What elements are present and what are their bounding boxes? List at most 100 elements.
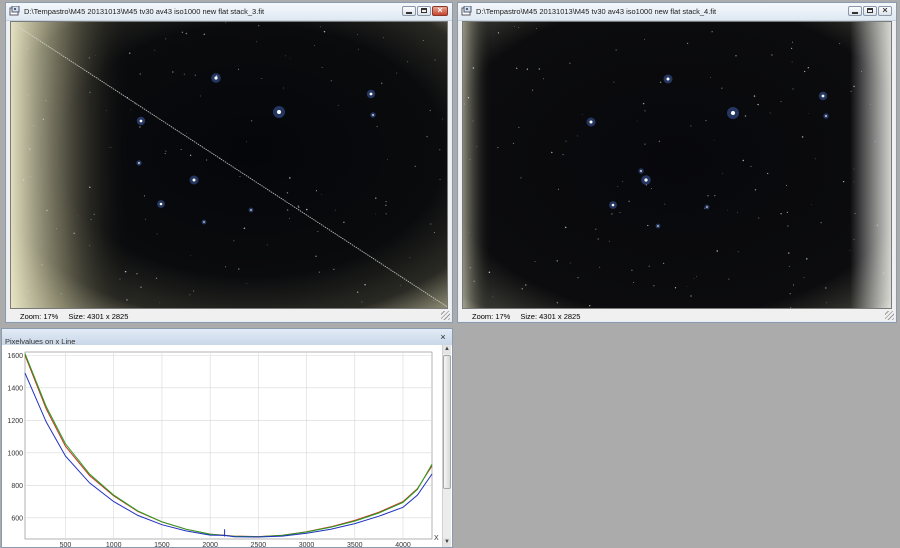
faint-star bbox=[119, 278, 121, 280]
faint-star bbox=[315, 190, 318, 192]
faint-star bbox=[736, 212, 738, 213]
faint-star bbox=[727, 209, 729, 211]
minimize-button[interactable] bbox=[402, 6, 416, 16]
faint-star bbox=[385, 201, 387, 203]
faint-star bbox=[93, 213, 95, 215]
faint-star bbox=[432, 300, 434, 301]
pixel-values-panel[interactable]: Pixelvalues on x Line × 500 1000 1500 2000 2… bbox=[1, 328, 453, 548]
panel-header[interactable]: Pixelvalues on x Line × bbox=[2, 329, 452, 346]
faint-star bbox=[337, 104, 339, 106]
vertical-scrollbar[interactable]: ▲ ▼ bbox=[442, 345, 451, 547]
faint-star bbox=[707, 195, 709, 197]
maximize-button[interactable] bbox=[863, 6, 877, 16]
y-tick-label: 1000 bbox=[7, 450, 23, 457]
scroll-down-icon[interactable]: ▼ bbox=[443, 538, 451, 547]
faint-star bbox=[690, 125, 692, 127]
size-label: Size: 4301 x 2825 bbox=[68, 311, 129, 321]
close-icon[interactable]: × bbox=[438, 332, 448, 342]
faint-star bbox=[409, 257, 411, 259]
faint-star bbox=[194, 74, 196, 76]
faint-star bbox=[297, 205, 300, 207]
image-window-stack3[interactable]: D:\Tempastro\M45 20131013\M45 tv30 av43 … bbox=[5, 2, 453, 323]
faint-star bbox=[791, 61, 793, 63]
faint-star bbox=[126, 299, 128, 301]
faint-star bbox=[518, 126, 520, 128]
scroll-thumb[interactable] bbox=[443, 355, 451, 489]
faint-star bbox=[842, 180, 845, 183]
faint-star bbox=[333, 268, 335, 270]
window-title: D:\Tempastro\M45 20131013\M45 tv30 av43 … bbox=[24, 7, 265, 16]
faint-star bbox=[650, 187, 652, 189]
resize-grip[interactable] bbox=[885, 311, 894, 320]
faint-star bbox=[803, 277, 805, 278]
faint-star bbox=[357, 48, 359, 50]
faint-star bbox=[28, 135, 30, 137]
faint-star bbox=[256, 41, 258, 43]
faint-star bbox=[261, 78, 263, 79]
faint-star bbox=[289, 218, 290, 220]
faint-star bbox=[538, 68, 541, 70]
faint-star bbox=[890, 293, 891, 295]
faint-star bbox=[557, 188, 560, 190]
faint-star bbox=[134, 103, 136, 105]
bright-star bbox=[657, 225, 659, 227]
size-label: Size: 4301 x 2825 bbox=[520, 311, 581, 321]
faint-star bbox=[750, 165, 752, 167]
faint-star bbox=[642, 102, 645, 105]
faint-star bbox=[565, 140, 567, 142]
image-window-stack4[interactable]: D:\Tempastro\M45 20131013\M45 tv30 av43 … bbox=[457, 2, 897, 323]
faint-star bbox=[850, 90, 852, 93]
close-button[interactable]: ✕ bbox=[432, 6, 448, 16]
faint-star bbox=[385, 204, 387, 207]
faint-star bbox=[613, 81, 615, 83]
faint-star bbox=[792, 284, 795, 286]
x-tick-label: 3000 bbox=[299, 542, 315, 548]
faint-star bbox=[804, 70, 806, 73]
faint-star bbox=[183, 73, 185, 75]
faint-star bbox=[780, 101, 782, 103]
image-canvas[interactable] bbox=[10, 21, 448, 309]
faint-star bbox=[788, 266, 790, 268]
fits-image-icon bbox=[461, 6, 472, 17]
close-icon: ✕ bbox=[437, 7, 443, 15]
faint-star bbox=[790, 306, 792, 308]
titlebar[interactable]: D:\Tempastro\M45 20131013\M45 tv30 av43 … bbox=[458, 3, 896, 21]
faint-star bbox=[617, 186, 619, 188]
faint-star bbox=[400, 284, 401, 286]
faint-star bbox=[189, 294, 191, 296]
faint-star bbox=[375, 213, 376, 215]
faint-star bbox=[396, 72, 398, 74]
bright-star bbox=[640, 170, 642, 172]
x-axis-label: X bbox=[434, 535, 439, 542]
faint-star bbox=[488, 271, 491, 274]
faint-star bbox=[569, 262, 571, 264]
x-tick-label: 2500 bbox=[251, 542, 267, 548]
faint-star bbox=[128, 52, 131, 55]
faint-star bbox=[569, 62, 571, 64]
bright-star bbox=[666, 77, 670, 81]
faint-star bbox=[597, 238, 599, 240]
scroll-up-icon[interactable]: ▲ bbox=[443, 345, 451, 354]
faint-star bbox=[285, 55, 286, 57]
faint-star bbox=[622, 181, 624, 183]
titlebar[interactable]: D:\Tempastro\M45 20131013\M45 tv30 av43 … bbox=[6, 3, 452, 21]
bright-star bbox=[159, 202, 163, 206]
faint-star bbox=[286, 191, 289, 194]
faint-star bbox=[429, 110, 431, 112]
image-canvas[interactable] bbox=[462, 21, 892, 309]
faint-star bbox=[532, 89, 534, 91]
faint-star bbox=[473, 280, 475, 283]
faint-star bbox=[608, 240, 610, 242]
faint-star bbox=[190, 254, 192, 256]
faint-star bbox=[375, 197, 377, 199]
close-icon: ✕ bbox=[882, 7, 888, 15]
close-button[interactable]: ✕ bbox=[878, 6, 892, 16]
resize-grip[interactable] bbox=[441, 311, 450, 320]
minimize-button[interactable] bbox=[848, 6, 862, 16]
faint-star bbox=[728, 278, 730, 280]
faint-star bbox=[165, 38, 167, 40]
faint-star bbox=[497, 147, 499, 149]
maximize-button[interactable] bbox=[417, 6, 431, 16]
faint-star bbox=[820, 222, 822, 224]
faint-star bbox=[753, 95, 756, 97]
